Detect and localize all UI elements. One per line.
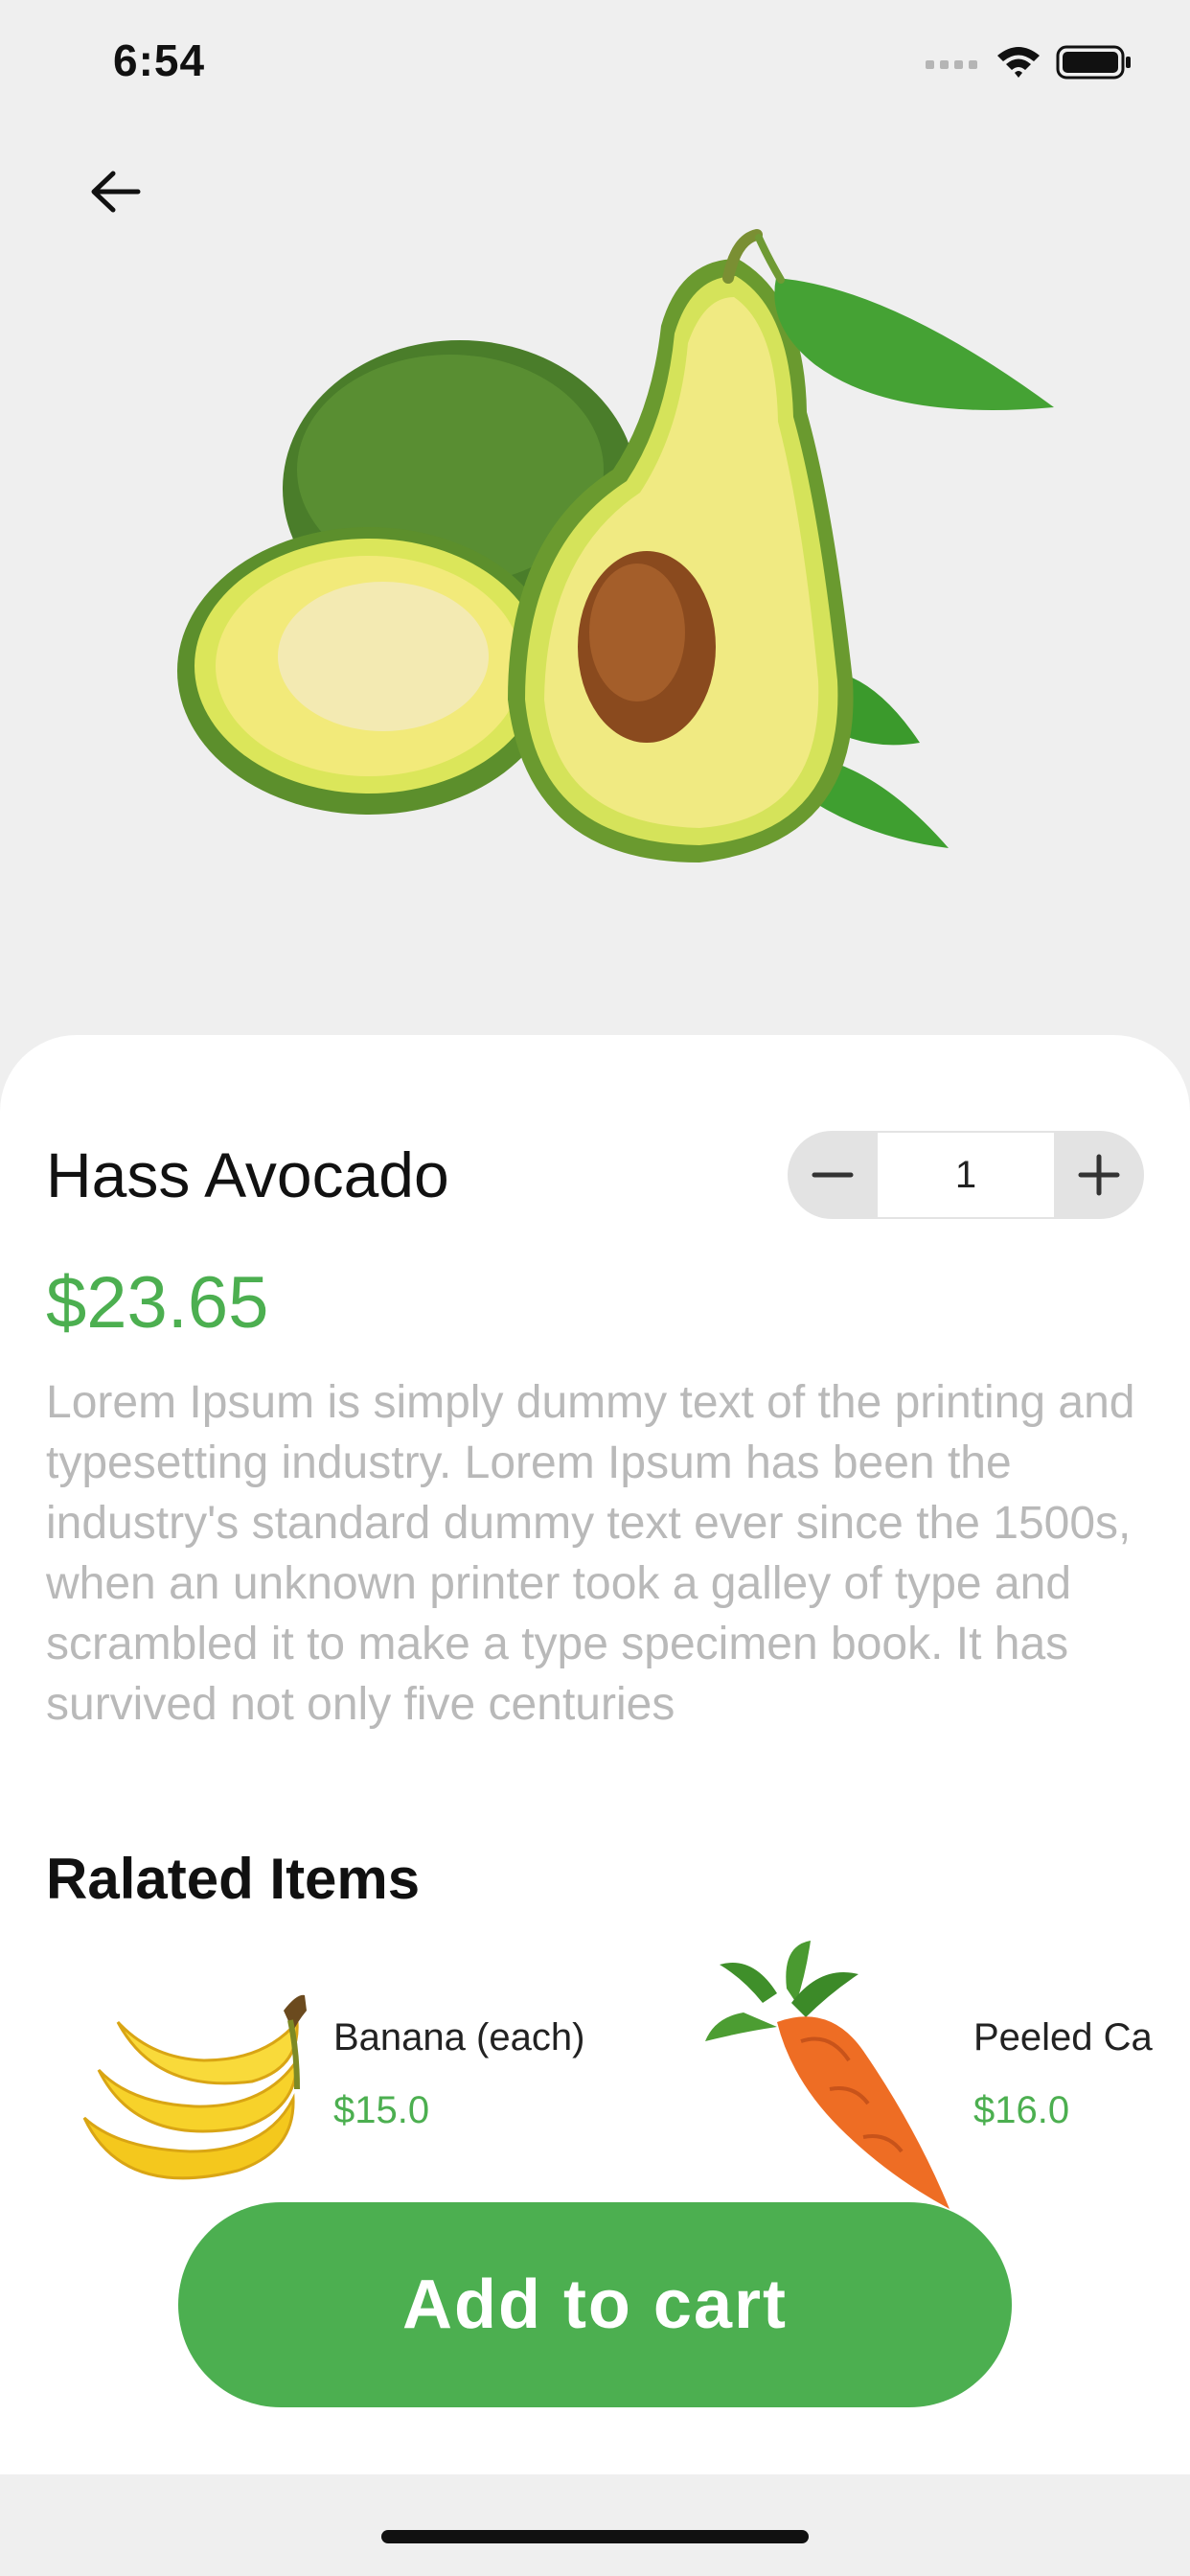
related-items-title: Ralated Items — [46, 1847, 421, 1911]
product-title: Hass Avocado — [46, 1139, 449, 1210]
status-icons — [924, 44, 1133, 80]
related-item-price: $15.0 — [333, 2089, 430, 2131]
status-bar: 6:54 — [0, 0, 1190, 134]
increase-quantity-button[interactable] — [1054, 1131, 1144, 1219]
home-indicator[interactable] — [381, 2530, 809, 2543]
back-button[interactable] — [77, 153, 153, 230]
carrot-image — [705, 1941, 950, 2209]
related-item-name: Peeled Ca — [973, 2016, 1153, 2058]
related-item-name: Banana (each) — [333, 2016, 585, 2058]
quantity-stepper: 1 — [788, 1131, 1144, 1219]
banana-image — [82, 1994, 307, 2180]
battery-icon — [1056, 45, 1131, 80]
minus-icon — [812, 1172, 854, 1178]
plus-icon — [1078, 1154, 1120, 1196]
product-price: $23.65 — [46, 1262, 269, 1344]
add-to-cart-button[interactable]: Add to cart — [178, 2202, 1012, 2407]
decrease-quantity-button[interactable] — [788, 1131, 878, 1219]
signal-icon — [926, 60, 977, 69]
product-description: Lorem Ipsum is simply dummy text of the … — [46, 1377, 1135, 1730]
arrow-left-icon — [91, 171, 141, 213]
related-item-price: $16.0 — [973, 2089, 1070, 2131]
quantity-value[interactable]: 1 — [878, 1133, 1054, 1217]
product-details-sheet: Hass Avocado 1 $23.65 Lorem Ipsum is sim… — [0, 1035, 1190, 2474]
related-items-list[interactable]: Banana (each) $15.0 Peeled Ca $16.0 — [0, 1936, 1190, 2242]
product-image — [177, 229, 1054, 862]
wifi-icon — [997, 47, 1040, 78]
status-time: 6:54 — [113, 35, 206, 85]
